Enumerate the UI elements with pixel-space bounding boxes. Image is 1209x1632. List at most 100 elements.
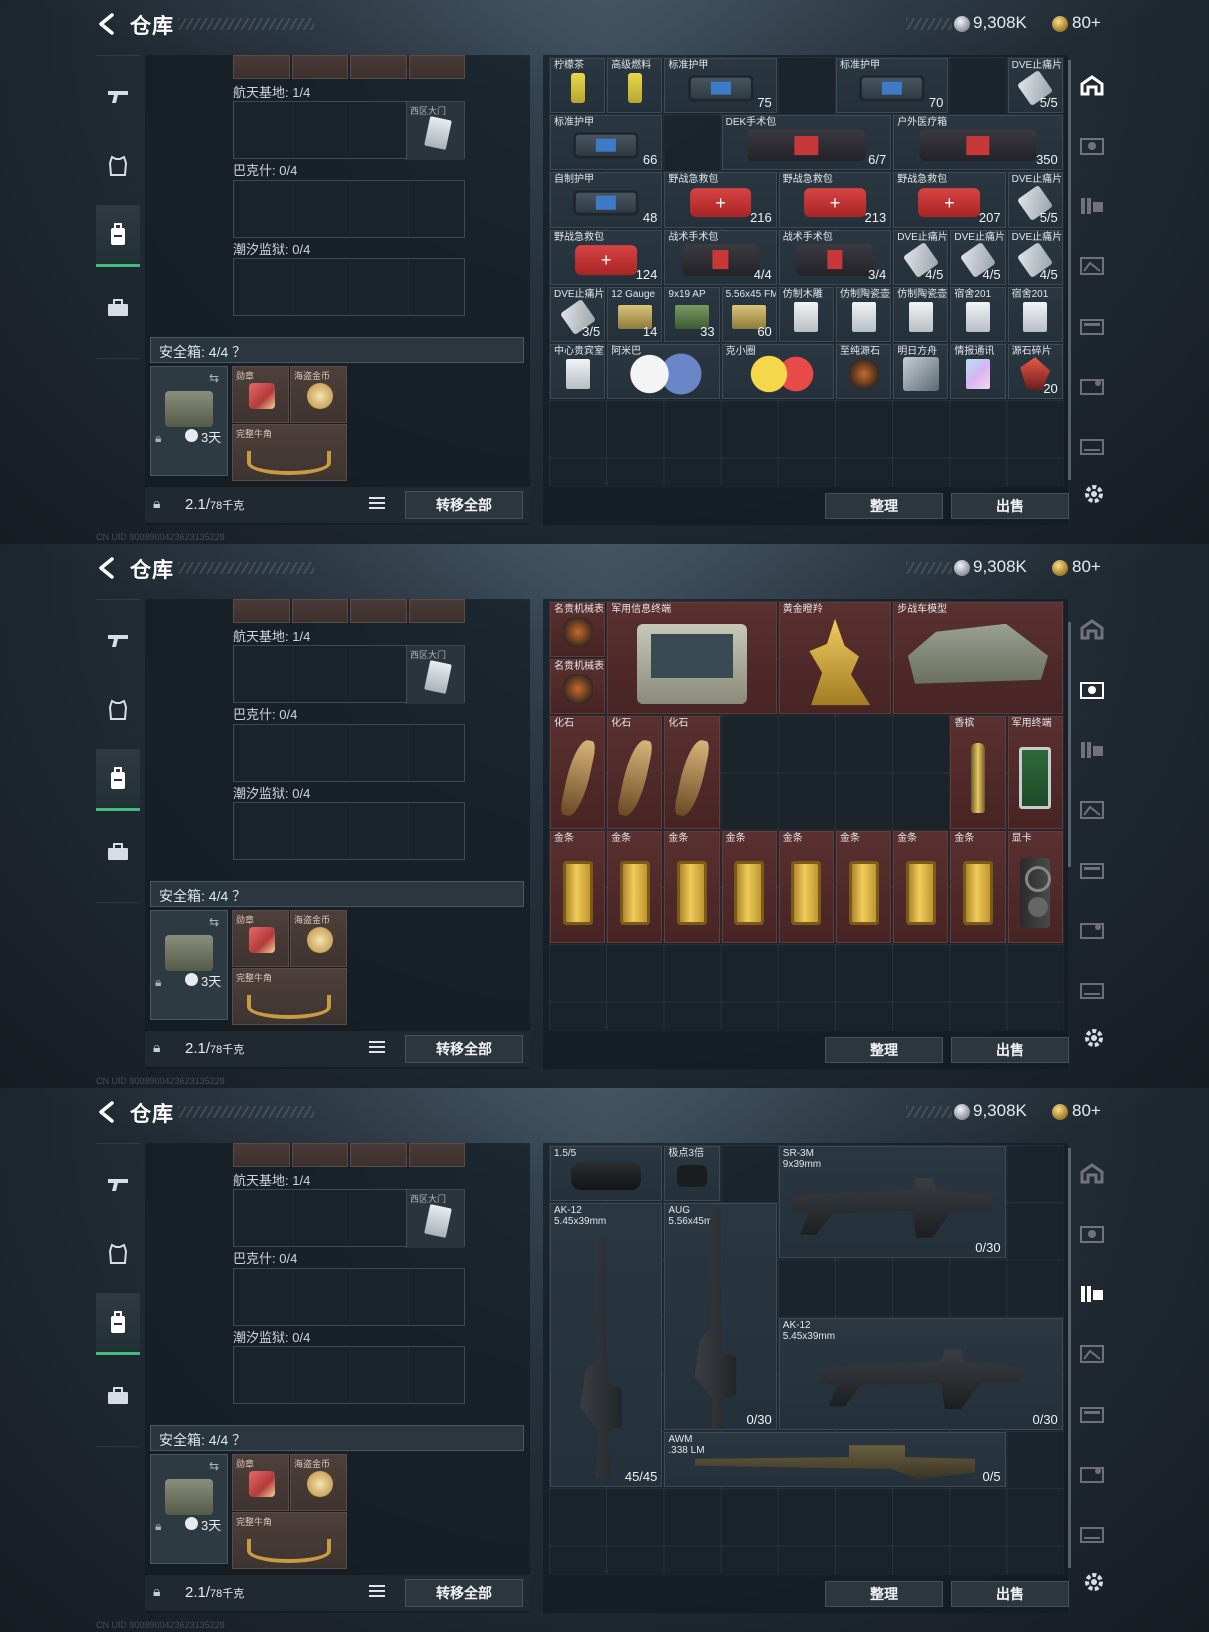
strip-item[interactable] (291, 55, 348, 79)
inventory-item[interactable]: 宿舍201 (950, 286, 1006, 342)
page-tab-1[interactable] (1072, 602, 1112, 658)
strip-item[interactable] (233, 599, 290, 623)
inventory-item[interactable]: 名贵机械表 (550, 659, 606, 715)
back-arrow-icon[interactable] (96, 12, 118, 36)
scrollbar[interactable] (1068, 1148, 1071, 1568)
page-tab-7[interactable] (1072, 418, 1112, 474)
inventory-item[interactable]: 高级燃料 (607, 58, 663, 114)
safe-item[interactable]: 海盗金币 (290, 910, 347, 967)
inventory-item[interactable]: 1.5/5 (550, 1146, 663, 1202)
nav-loadout[interactable] (96, 277, 140, 339)
safe-item[interactable]: 勋章 (232, 1454, 289, 1511)
strip-item[interactable] (408, 1143, 465, 1167)
gear-icon[interactable] (1082, 1026, 1106, 1050)
gold-currency-amount[interactable]: 80+ (1072, 557, 1101, 577)
inventory-item[interactable]: AUG 5.56x45mm 0/30 (664, 1203, 777, 1430)
inventory-item[interactable]: 黄金瞪羚 (778, 602, 892, 715)
safe-box-header[interactable]: 安全箱: 4/4 ？ (150, 337, 524, 363)
safe-box-header[interactable]: 安全箱: 4/4 ？ (150, 881, 524, 907)
inventory-item[interactable]: 金条 (778, 830, 834, 944)
page-tab-4[interactable] (1072, 238, 1112, 294)
inventory-item[interactable]: 阿米巴 (607, 344, 720, 400)
inventory-item[interactable]: DVE止痛片 3/5 (550, 286, 606, 342)
safe-box-slot[interactable]: ⇆ 🔒︎ 3天 (150, 366, 228, 476)
back-arrow-icon[interactable] (96, 1100, 118, 1124)
safe-box-slot[interactable]: ⇆ 🔒︎ 3天 (150, 910, 228, 1020)
inventory-item[interactable]: 仿制木雕 (778, 286, 834, 342)
transfer-all-button[interactable]: 转移全部 (405, 1035, 523, 1063)
strip-item[interactable] (408, 599, 465, 623)
page-tab-3[interactable] (1072, 1266, 1112, 1322)
page-tab-3[interactable] (1072, 178, 1112, 234)
strip-item[interactable] (233, 55, 290, 79)
safe-item[interactable]: 完整牛角 (232, 1512, 347, 1569)
inventory-item[interactable]: 标准护甲 66 (550, 115, 663, 171)
inventory-item[interactable]: 极点3倍 (664, 1146, 720, 1202)
inventory-item[interactable]: 野战急救包 213 (778, 172, 892, 228)
gold-currency-amount[interactable]: 80+ (1072, 1101, 1101, 1121)
inventory-item[interactable]: 5.56x45 FMJ 60 (721, 286, 777, 342)
inventory-item[interactable]: 野战急救包 207 (893, 172, 1006, 228)
list-icon[interactable] (369, 1585, 385, 1599)
nav-loadout[interactable] (96, 821, 140, 883)
page-tab-6[interactable] (1072, 358, 1112, 414)
safe-item[interactable]: 海盗金币 (290, 1454, 347, 1511)
sort-button[interactable]: 整理 (825, 1037, 943, 1063)
map-key-slots[interactable] (233, 180, 465, 238)
list-icon[interactable] (369, 1041, 385, 1055)
inventory-item[interactable]: 金条 (664, 830, 720, 944)
inventory-item[interactable]: 战术手术包 3/4 (778, 229, 892, 285)
inventory-item[interactable]: DEK手术包 6/7 (721, 115, 892, 171)
map-key-slots[interactable]: 西区大门 (233, 1189, 465, 1248)
sell-button[interactable]: 出售 (951, 493, 1069, 519)
inventory-item[interactable]: 户外医疗箱 350 (893, 115, 1063, 171)
page-tab-6[interactable] (1072, 902, 1112, 958)
page-tab-7[interactable] (1072, 1506, 1112, 1562)
inventory-item[interactable]: 金条 (607, 830, 663, 944)
nav-equipment[interactable] (96, 1223, 140, 1285)
inventory-item[interactable]: 军用终端 (1007, 716, 1063, 829)
map-key-slots[interactable]: 西区大门 (233, 645, 465, 704)
page-tab-6[interactable] (1072, 1446, 1112, 1502)
inventory-item[interactable]: 金条 (950, 830, 1006, 944)
sell-button[interactable]: 出售 (951, 1581, 1069, 1607)
strip-item[interactable] (291, 599, 348, 623)
nav-weapons[interactable] (96, 609, 140, 671)
swap-icon[interactable]: ⇆ (209, 371, 219, 385)
inventory-item[interactable]: 仿制陶瓷壶 (893, 286, 949, 342)
inventory-item[interactable]: 野战急救包 124 (550, 229, 663, 285)
map-key-slots[interactable] (233, 258, 465, 316)
inventory-item[interactable]: DVE止痛片 5/5 (1007, 58, 1063, 114)
strip-item[interactable] (233, 1143, 290, 1167)
key-card-item[interactable]: 西区大门 (406, 646, 464, 704)
inventory-item[interactable]: 克小圈 (721, 344, 834, 400)
nav-equipment[interactable] (96, 679, 140, 741)
inventory-item[interactable]: 标准护甲 70 (836, 58, 949, 114)
inventory-item[interactable]: AWM .338 LM 0/5 (664, 1432, 1006, 1488)
page-tab-5[interactable] (1072, 1386, 1112, 1442)
page-tab-5[interactable] (1072, 298, 1112, 354)
nav-warehouse[interactable] (96, 205, 140, 267)
inventory-item[interactable]: DVE止痛片 4/5 (1007, 229, 1063, 285)
gear-icon[interactable] (1082, 482, 1106, 506)
inventory-item[interactable]: 明日方舟 (893, 344, 949, 400)
inventory-item[interactable]: 标准护甲 75 (664, 58, 777, 114)
nav-equipment[interactable] (96, 135, 140, 197)
sort-button[interactable]: 整理 (825, 493, 943, 519)
inventory-item[interactable]: 自制护甲 48 (550, 172, 663, 228)
page-tab-7[interactable] (1072, 962, 1112, 1018)
inventory-item[interactable]: 名贵机械表 (550, 602, 606, 658)
transfer-all-button[interactable]: 转移全部 (405, 491, 523, 519)
inventory-item[interactable]: 金条 (836, 830, 892, 944)
safe-item[interactable]: 完整牛角 (232, 424, 347, 481)
page-tab-1[interactable] (1072, 1146, 1112, 1202)
inventory-item[interactable]: AK-12 5.45x39mm 0/30 (778, 1317, 1063, 1430)
map-key-slots[interactable] (233, 724, 465, 782)
safe-box-header[interactable]: 安全箱: 4/4 ？ (150, 1425, 524, 1451)
map-key-slots[interactable]: 西区大门 (233, 101, 465, 160)
inventory-item[interactable]: 化石 (550, 716, 606, 829)
map-key-slots[interactable] (233, 802, 465, 860)
safe-item[interactable]: 勋章 (232, 910, 289, 967)
nav-weapons[interactable] (96, 1153, 140, 1215)
nav-warehouse[interactable] (96, 749, 140, 811)
